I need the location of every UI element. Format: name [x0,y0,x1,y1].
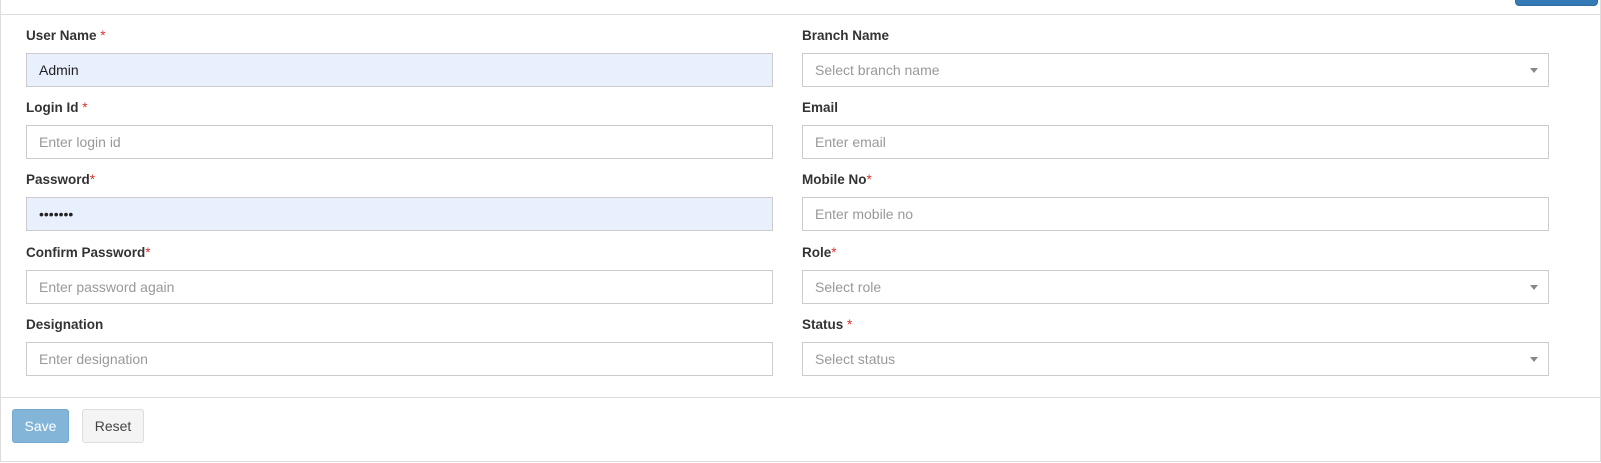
email-label: Email [802,100,839,115]
caret-down-icon [1530,285,1538,290]
branch-name-select[interactable]: Select branch name [802,53,1549,87]
status-label: Status * [802,317,853,332]
designation-input[interactable]: Enter designation [26,342,773,376]
login-id-label: Login Id * [26,100,88,115]
status-group: Status * Select status [802,316,1549,376]
role-placeholder: Select role [815,279,882,295]
password-group: Password* ••••••• [26,171,773,231]
role-group: Role* Select role [802,244,1549,304]
login-id-group: Login Id * Enter login id [26,99,773,159]
email-group: Email Enter email [802,99,1549,159]
required-mark: * [843,317,853,332]
user-form-panel: User Name * Admin Login Id * Enter login… [0,0,1601,462]
required-mark: * [145,245,151,260]
caret-down-icon [1530,357,1538,362]
role-select[interactable]: Select role [802,270,1549,304]
status-select[interactable]: Select status [802,342,1549,376]
mobile-no-group: Mobile No* Enter mobile no [802,171,1549,231]
confirm-password-input[interactable]: Enter password again [26,270,773,304]
mobile-no-input[interactable]: Enter mobile no [802,197,1549,231]
status-placeholder: Select status [815,351,896,367]
email-input[interactable]: Enter email [802,125,1549,159]
required-mark: * [96,28,106,43]
caret-down-icon [1530,68,1538,73]
save-button[interactable]: Save [12,409,69,443]
required-mark: * [89,172,96,187]
user-name-group: User Name * Admin [26,27,773,87]
password-input[interactable]: ••••••• [26,197,773,231]
designation-label: Designation [26,317,104,332]
designation-group: Designation Enter designation [26,316,773,376]
user-name-input[interactable]: Admin [26,53,773,87]
required-mark: * [866,172,872,187]
role-label: Role* [802,245,837,260]
password-label: Password* [26,172,96,187]
required-mark: * [831,245,837,260]
reset-button[interactable]: Reset [82,409,144,443]
branch-name-placeholder: Select branch name [815,62,940,78]
user-name-label: User Name * [26,28,106,43]
branch-name-label: Branch Name [802,28,890,43]
required-mark: * [78,100,88,115]
mobile-no-label: Mobile No* [802,172,872,187]
confirm-password-group: Confirm Password* Enter password again [26,244,773,304]
top-action-button[interactable] [1515,0,1598,6]
footer-divider [1,397,1600,398]
confirm-password-label: Confirm Password* [26,245,151,260]
login-id-input[interactable]: Enter login id [26,125,773,159]
header-divider [1,14,1600,15]
branch-name-group: Branch Name Select branch name [802,27,1549,87]
